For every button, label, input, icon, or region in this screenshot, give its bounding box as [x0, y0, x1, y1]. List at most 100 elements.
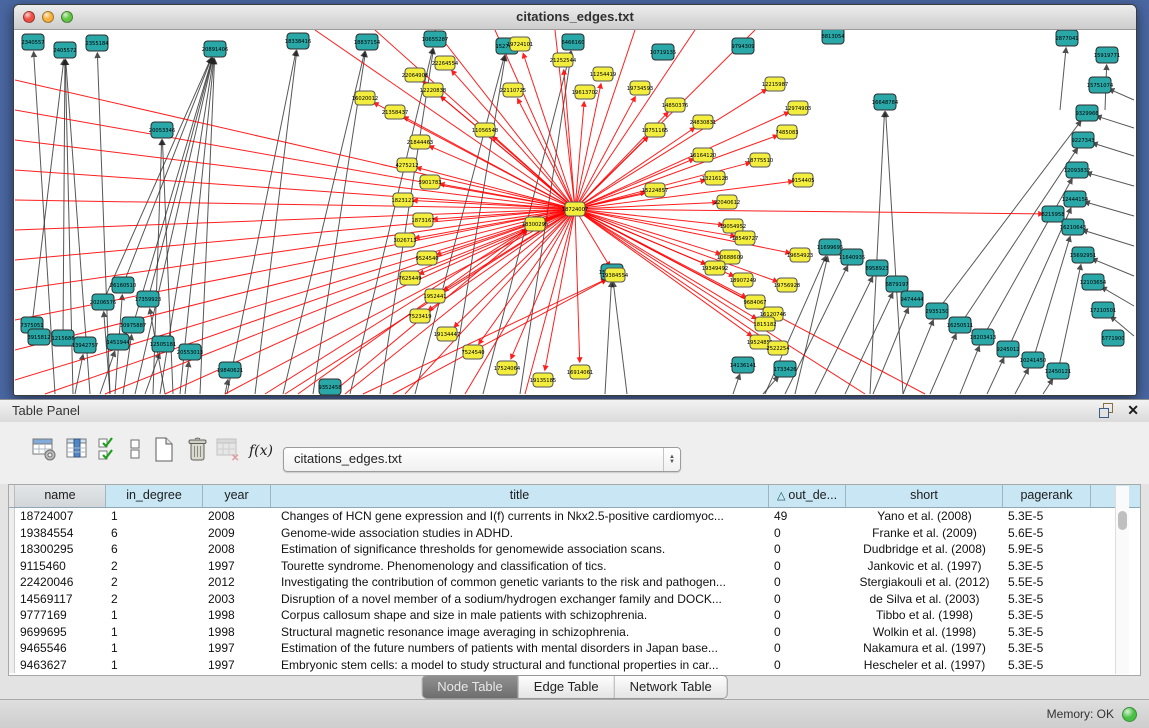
graph-edge[interactable]	[886, 112, 903, 394]
graph-edge[interactable]	[873, 308, 908, 394]
column-header-in_degree[interactable]: in_degree	[106, 485, 203, 507]
table-row[interactable]: 1872400712008Changes of HCN gene express…	[9, 508, 1140, 525]
table-cell[interactable]: Wolkin et al. (1998)	[846, 624, 1003, 641]
column-header-out_de[interactable]: △out_de...	[769, 485, 846, 507]
function-builder-icon[interactable]: f(x)	[246, 434, 276, 466]
graph-edge[interactable]	[795, 257, 828, 394]
graph-edge[interactable]	[903, 320, 933, 394]
table-cell[interactable]: 1997	[203, 558, 271, 575]
table-cell[interactable]: Embryonic stem cells: a model to study s…	[271, 657, 769, 674]
table-cell[interactable]: 5.3E-5	[1003, 558, 1091, 575]
table-cell[interactable]: Nakamura et al. (1997)	[846, 640, 1003, 657]
graph-edge[interactable]	[1097, 116, 1134, 128]
table-cell[interactable]: 5.3E-5	[1003, 591, 1091, 608]
graph-edge[interactable]	[960, 148, 1077, 325]
table-cell[interactable]: 5.3E-5	[1003, 508, 1091, 525]
table-cell[interactable]: 0	[769, 624, 846, 641]
graph-edge[interactable]	[870, 112, 884, 394]
table-cell[interactable]: 2008	[203, 541, 271, 558]
table-row[interactable]: 1938455462009Genome-wide association stu…	[9, 525, 1140, 542]
table-cell[interactable]: 2008	[203, 508, 271, 525]
tab-edge-table[interactable]: Edge Table	[518, 676, 614, 698]
table-cell[interactable]: 22420046	[15, 574, 106, 591]
table-cell[interactable]: 5.3E-5	[1003, 657, 1091, 674]
table-cell[interactable]: 0	[769, 640, 846, 657]
tab-node-table[interactable]: Node Table	[422, 676, 518, 698]
graph-edge[interactable]	[1083, 230, 1134, 246]
graph-edge[interactable]	[15, 140, 575, 209]
table-cell[interactable]: 18300295	[15, 541, 106, 558]
table-cell[interactable]: 9699695	[15, 624, 106, 641]
table-cell[interactable]: Genome-wide association studies in ADHD.	[271, 525, 769, 542]
table-cell[interactable]: 6	[106, 525, 203, 542]
table-cell[interactable]: 14569117	[15, 591, 106, 608]
table-cell[interactable]: 1997	[203, 657, 271, 674]
table-cell[interactable]: Yano et al. (2008)	[846, 508, 1003, 525]
table-cell[interactable]: Franke et al. (2009)	[846, 525, 1003, 542]
tab-network-table[interactable]: Network Table	[614, 676, 727, 698]
graph-edge[interactable]	[1060, 48, 1066, 110]
graph-edge[interactable]	[1087, 173, 1134, 186]
graph-edge[interactable]	[575, 128, 695, 209]
graph-edge[interactable]	[15, 209, 575, 230]
float-panel-icon[interactable]	[1099, 403, 1113, 417]
show-column-icon[interactable]	[64, 434, 94, 466]
table-cell[interactable]: 1	[106, 640, 203, 657]
table-source-selector[interactable]: citations_edges.txt ▲▼	[283, 447, 681, 472]
table-cell[interactable]: 1	[106, 508, 203, 525]
combo-stepper-icon[interactable]: ▲▼	[663, 448, 680, 471]
graph-edge[interactable]	[613, 282, 627, 394]
minimize-window-icon[interactable]	[42, 11, 54, 23]
graph-edge[interactable]	[815, 277, 873, 394]
table-cell[interactable]: Disruption of a novel member of a sodium…	[271, 591, 769, 608]
table-cell[interactable]: 2012	[203, 574, 271, 591]
graph-edge[interactable]	[1109, 89, 1134, 100]
table-cell[interactable]: Hescheler et al. (1997)	[846, 657, 1003, 674]
column-header-short[interactable]: short	[846, 485, 1003, 507]
window-titlebar[interactable]: citations_edges.txt	[14, 5, 1136, 30]
table-cell[interactable]: 2003	[203, 591, 271, 608]
table-row[interactable]: 946362711997Embryonic stem cells: a mode…	[9, 657, 1140, 674]
table-cell[interactable]: 0	[769, 607, 846, 624]
table-cell[interactable]: 2	[106, 574, 203, 591]
table-cell[interactable]: 1	[106, 607, 203, 624]
column-header-name[interactable]: name	[15, 485, 106, 507]
table-cell[interactable]: 5.9E-5	[1003, 541, 1091, 558]
table-cell[interactable]: 5.3E-5	[1003, 640, 1091, 657]
graph-edge[interactable]	[987, 358, 1004, 394]
table-cell[interactable]: 5.6E-5	[1003, 525, 1091, 542]
table-cell[interactable]: 0	[769, 657, 846, 674]
table-cell[interactable]: Tourette syndrome. Phenomenology and cla…	[271, 558, 769, 575]
table-row[interactable]: 969969511998Structural magnetic resonanc…	[9, 624, 1140, 641]
graph-edge[interactable]	[1092, 259, 1134, 276]
table-cell[interactable]: Estimation of the future numbers of pati…	[271, 640, 769, 657]
graph-edge[interactable]	[575, 102, 584, 209]
graph-edge[interactable]	[15, 209, 575, 290]
table-cell[interactable]: de Silva et al. (2003)	[846, 591, 1003, 608]
graph-edge[interactable]	[575, 209, 1043, 214]
close-window-icon[interactable]	[23, 11, 35, 23]
table-cell[interactable]: 9463627	[15, 657, 106, 674]
table-cell[interactable]: 1998	[203, 624, 271, 641]
graph-edge[interactable]	[575, 209, 580, 362]
table-cell[interactable]: 49	[769, 508, 846, 525]
graph-edge[interactable]	[1085, 202, 1134, 216]
table-row[interactable]: 911546021997Tourette syndrome. Phenomeno…	[9, 558, 1140, 575]
graph-edge[interactable]	[575, 209, 865, 394]
table-cell[interactable]: Jankovic et al. (1997)	[846, 558, 1003, 575]
table-cell[interactable]: Estimation of significance thresholds fo…	[271, 541, 769, 558]
stacked-rows-icon[interactable]	[122, 434, 152, 466]
table-cell[interactable]: 5.5E-5	[1003, 574, 1091, 591]
table-cell[interactable]: Tibbo et al. (1998)	[846, 607, 1003, 624]
table-cell[interactable]: 1997	[203, 640, 271, 657]
graph-edge[interactable]	[454, 209, 575, 327]
close-panel-icon[interactable]: ✕	[1127, 402, 1139, 418]
table-cell[interactable]: 1	[106, 657, 203, 674]
graph-edge[interactable]	[983, 179, 1072, 337]
table-cell[interactable]: 0	[769, 591, 846, 608]
table-cell[interactable]: 2009	[203, 525, 271, 542]
table-cell[interactable]: Stergiakouli et al. (2012)	[846, 574, 1003, 591]
table-cell[interactable]: 18724007	[15, 508, 106, 525]
table-cell[interactable]: 5.3E-5	[1003, 624, 1091, 641]
table-cell[interactable]: 1998	[203, 607, 271, 624]
